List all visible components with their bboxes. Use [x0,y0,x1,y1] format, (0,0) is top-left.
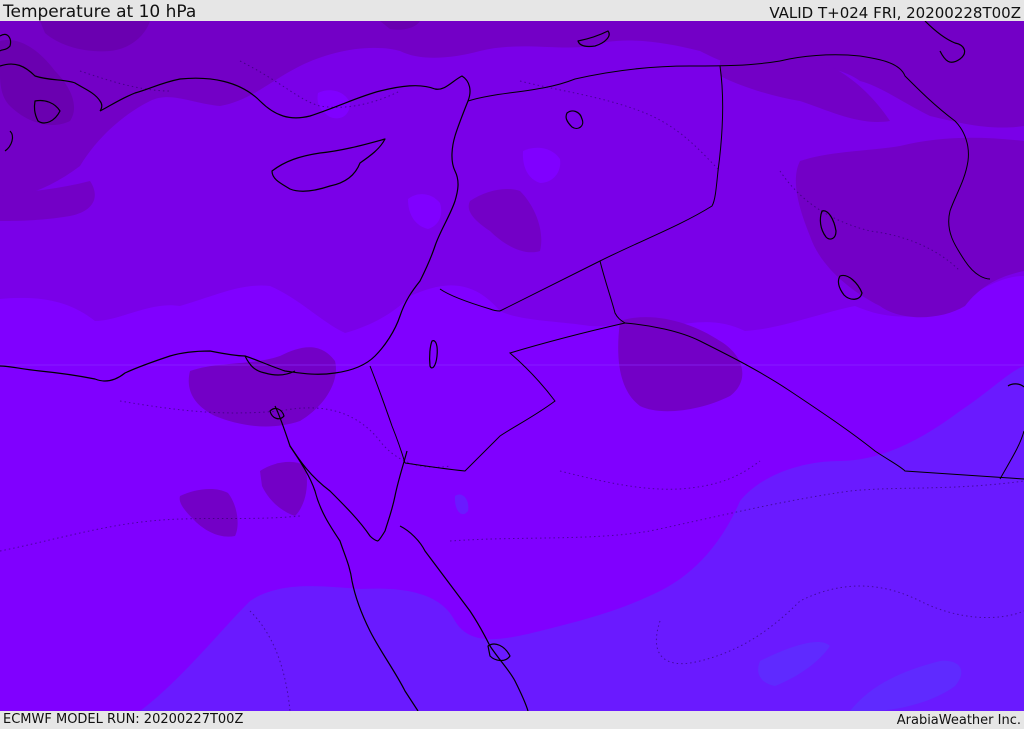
model-run: ECMWF MODEL RUN: 20200227T00Z [3,712,244,727]
footer-bar: ECMWF MODEL RUN: 20200227T00Z ArabiaWeat… [0,711,1024,729]
title-bar: Temperature at 10 hPa VALID T+024 FRI, 2… [0,0,1024,21]
weather-map[interactable] [0,21,1024,711]
map-title: Temperature at 10 hPa [3,2,197,22]
valid-time: VALID T+024 FRI, 20200228T00Z [769,4,1021,22]
credit-label: ArabiaWeather Inc. [896,713,1021,728]
map-canvas [0,21,1024,711]
